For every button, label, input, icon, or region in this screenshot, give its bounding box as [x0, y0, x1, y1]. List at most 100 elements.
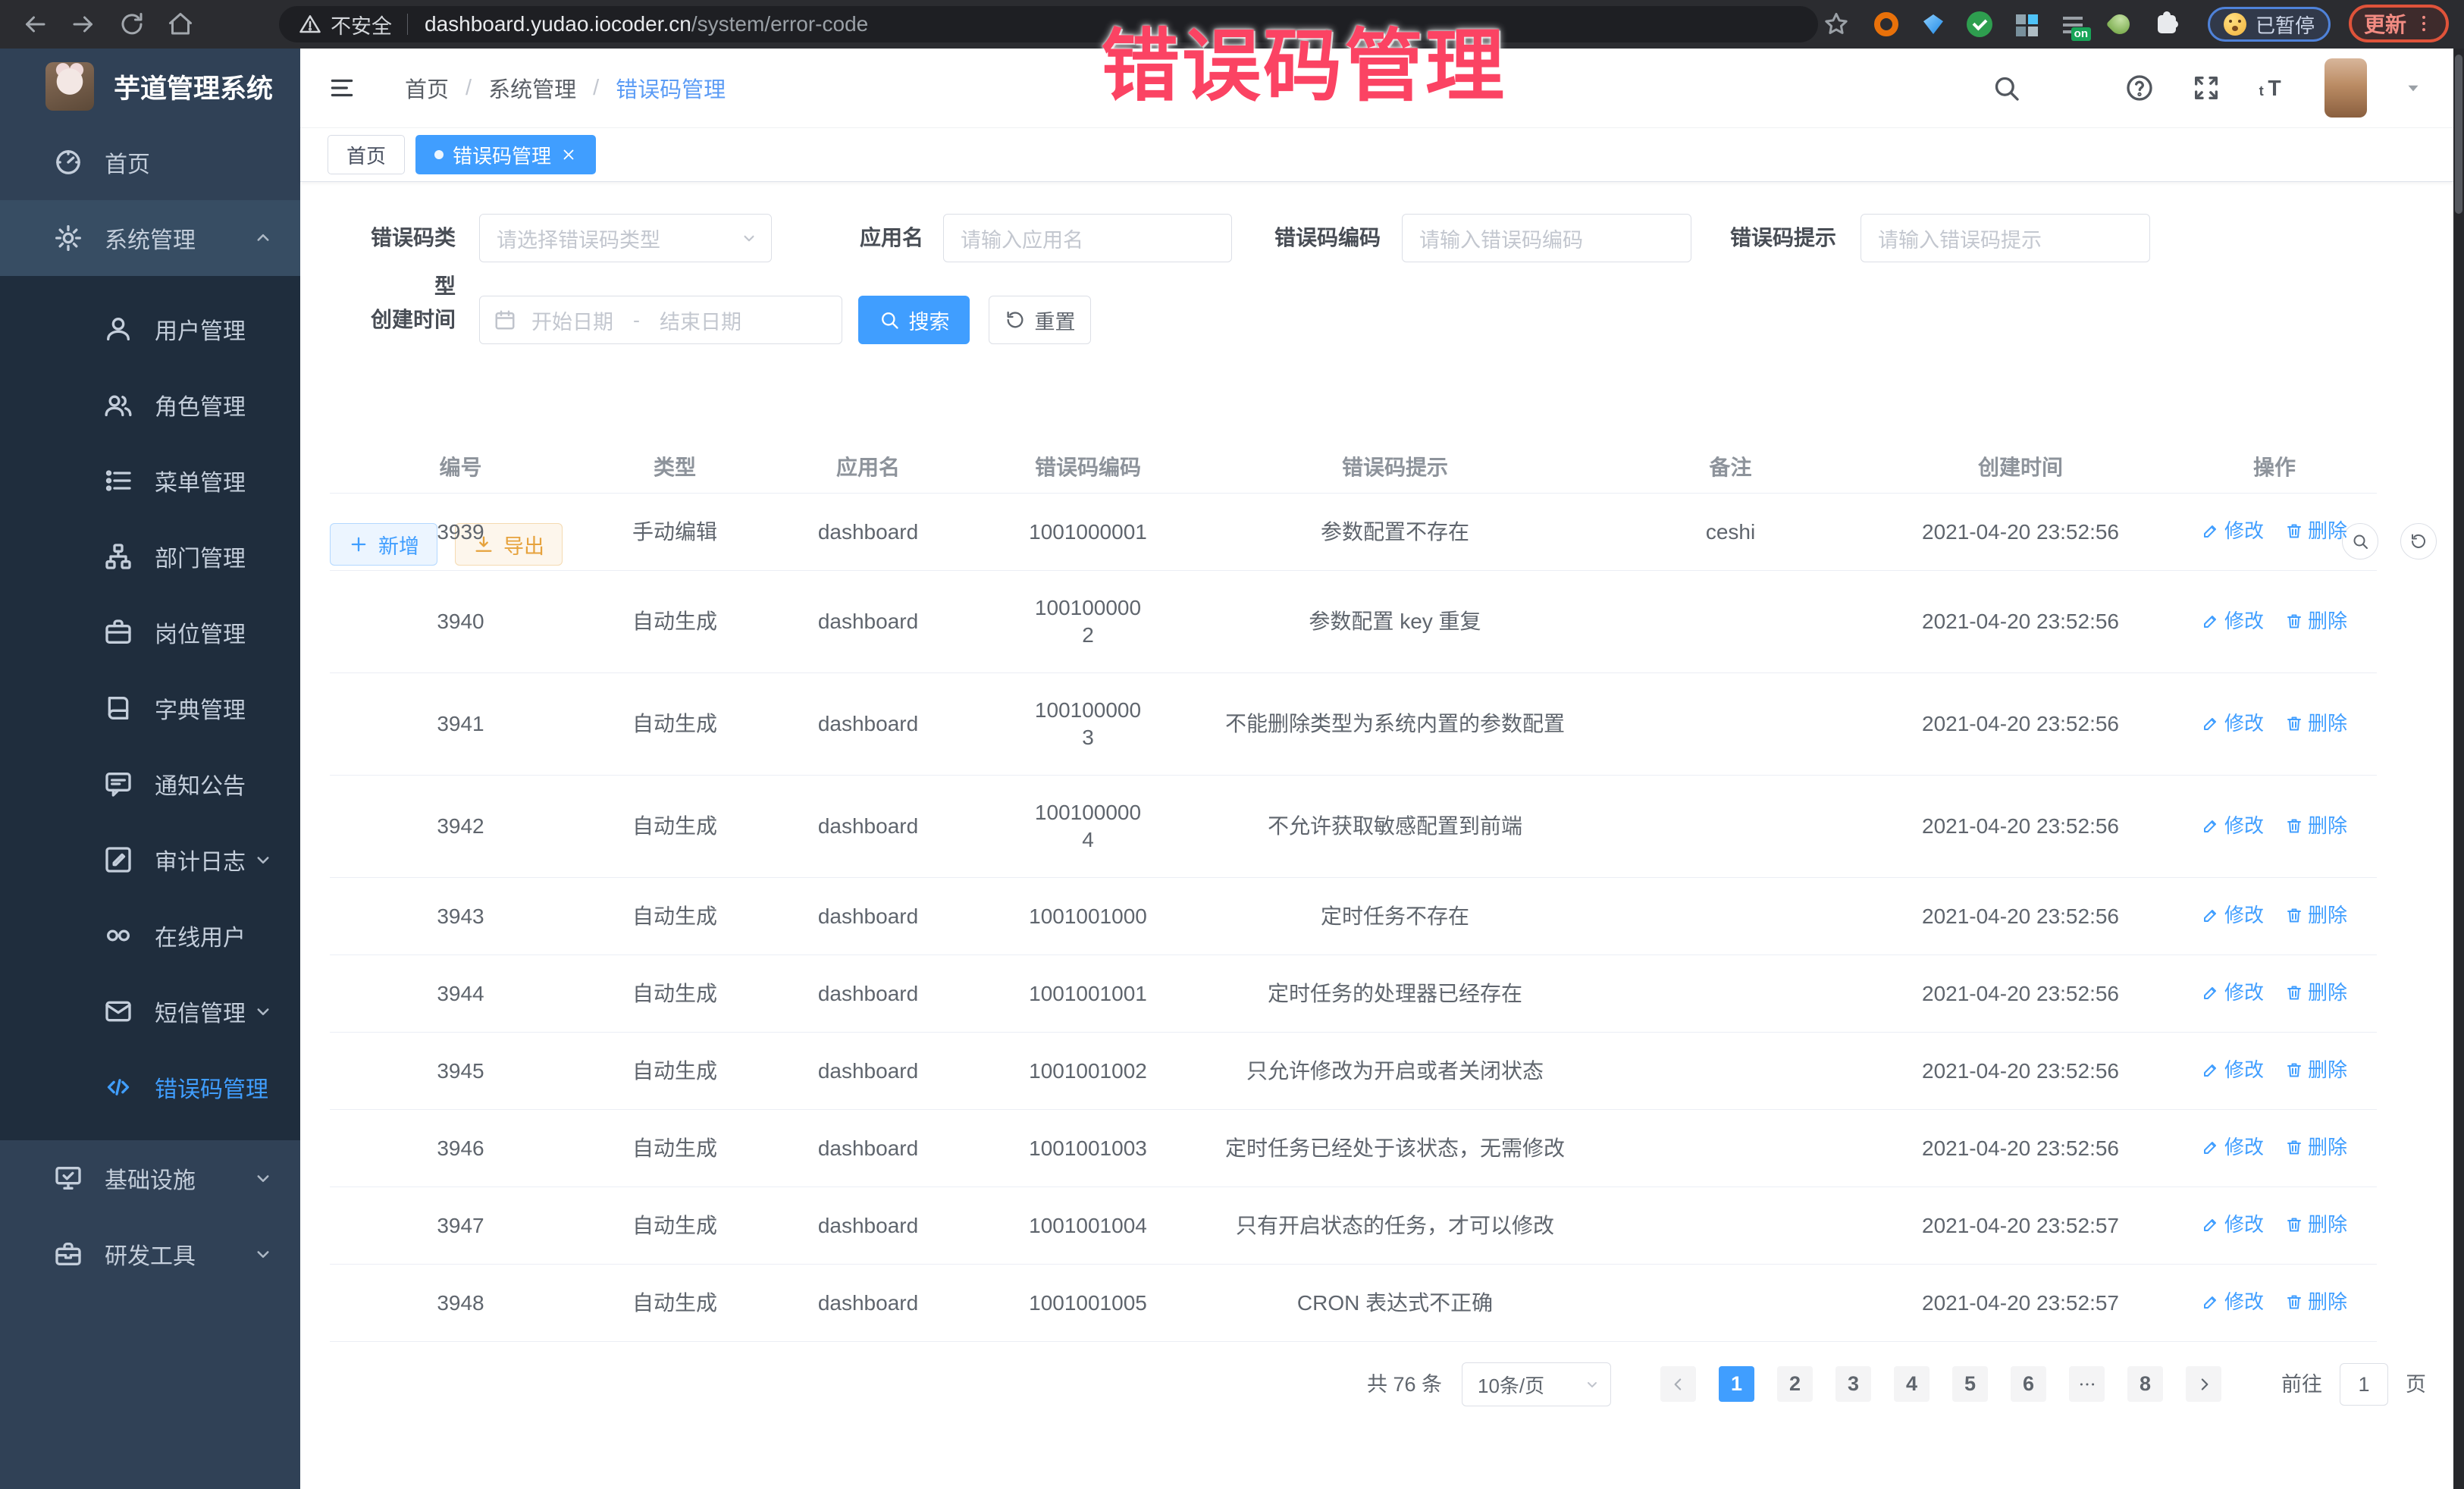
- extension-orange-icon[interactable]: [1873, 11, 1900, 38]
- user-avatar[interactable]: [2324, 58, 2367, 118]
- user-menu-caret-icon[interactable]: [2403, 78, 2423, 98]
- sidebar-item-在线用户[interactable]: 在线用户: [0, 898, 300, 973]
- delete-link[interactable]: 删除: [2285, 517, 2347, 544]
- sidebar-item-错误码管理[interactable]: 错误码管理: [0, 1049, 300, 1125]
- extension-check-icon[interactable]: [1967, 11, 1992, 37]
- fullscreen-icon[interactable]: [2191, 73, 2221, 103]
- address-bar[interactable]: 不安全 dashboard.yudao.iocoder.cn /system/e…: [279, 6, 1818, 42]
- edit-link[interactable]: 修改: [2202, 607, 2264, 635]
- page-button-1[interactable]: 1: [1719, 1366, 1754, 1402]
- next-page-button[interactable]: [2186, 1366, 2221, 1402]
- sidebar-item-审计日志[interactable]: 审计日志: [0, 822, 300, 898]
- filter-app-input[interactable]: 请输入应用名: [943, 214, 1232, 262]
- help-icon[interactable]: [2124, 73, 2155, 103]
- browser-reload-icon[interactable]: [118, 11, 146, 38]
- sidebar-item-基础设施[interactable]: 基础设施: [0, 1140, 300, 1216]
- trash-icon: [2285, 714, 2303, 732]
- scrollbar-thumb[interactable]: [2455, 55, 2462, 214]
- browser-forward-icon[interactable]: [70, 11, 97, 38]
- cell-app: dashboard: [758, 1110, 978, 1187]
- profile-paused-chip[interactable]: 已暂停: [2208, 7, 2331, 42]
- not-secure-warning-icon[interactable]: [299, 13, 321, 36]
- sidebar-item-角色管理[interactable]: 角色管理: [0, 367, 300, 443]
- font-size-icon[interactable]: tT: [2258, 73, 2288, 103]
- sidebar-item-用户管理[interactable]: 用户管理: [0, 291, 300, 367]
- tab-close-icon[interactable]: [560, 146, 577, 163]
- page-size-select[interactable]: 10条/页: [1462, 1362, 1611, 1406]
- delete-link[interactable]: 删除: [2285, 1056, 2347, 1083]
- github-icon[interactable]: [2058, 73, 2088, 103]
- cell-msg: 参数配置 key 重复: [1198, 571, 1592, 673]
- refresh-table-button[interactable]: [2400, 523, 2437, 560]
- bookmark-star-icon[interactable]: [1823, 11, 1850, 38]
- page-ellipsis-button[interactable]: [2069, 1366, 2105, 1402]
- window-scrollbar[interactable]: [2453, 49, 2464, 1489]
- prev-page-button[interactable]: [1660, 1366, 1696, 1402]
- delete-link[interactable]: 删除: [2285, 1288, 2347, 1315]
- edit-link[interactable]: 修改: [2202, 812, 2264, 839]
- page-button-6[interactable]: 6: [2011, 1366, 2046, 1402]
- delete-link[interactable]: 删除: [2285, 607, 2347, 635]
- filter-msg-input[interactable]: 请输入错误码提示: [1861, 214, 2150, 262]
- sidebar-item-部门管理[interactable]: 部门管理: [0, 519, 300, 594]
- table-header-row: 编号类型应用名错误码编码错误码提示备注创建时间操作: [330, 440, 2377, 494]
- extension-drop-icon[interactable]: [2106, 11, 2133, 38]
- sidebar-item-通知公告[interactable]: 通知公告: [0, 746, 300, 822]
- jump-page-input[interactable]: 1: [2340, 1363, 2388, 1406]
- filter-type-select[interactable]: 请选择错误码类型: [479, 214, 772, 262]
- sidebar-item-菜单管理[interactable]: 菜单管理: [0, 443, 300, 519]
- extension-grid-icon[interactable]: [2012, 11, 2039, 38]
- breadcrumb-item-系统管理[interactable]: 系统管理: [488, 72, 576, 104]
- cell-app: dashboard: [758, 955, 978, 1033]
- page-button-5[interactable]: 5: [1952, 1366, 1988, 1402]
- edit-link[interactable]: 修改: [2202, 1288, 2264, 1315]
- page-button-8[interactable]: 8: [2127, 1366, 2163, 1402]
- reset-button[interactable]: 重置: [989, 296, 1091, 344]
- delete-link[interactable]: 删除: [2285, 901, 2347, 929]
- page-button-3[interactable]: 3: [1835, 1366, 1871, 1402]
- tab-首页[interactable]: 首页: [328, 135, 405, 174]
- browser-update-button[interactable]: 更新: [2349, 5, 2449, 42]
- filter-date-range[interactable]: 开始日期 - 结束日期: [479, 296, 842, 344]
- page-button-2[interactable]: 2: [1777, 1366, 1813, 1402]
- sidebar-item-短信管理[interactable]: 短信管理: [0, 973, 300, 1049]
- tab-错误码管理[interactable]: 错误码管理: [415, 135, 596, 174]
- extension-list-icon[interactable]: on: [2059, 11, 2086, 38]
- sidebar-item-岗位管理[interactable]: 岗位管理: [0, 594, 300, 670]
- edit-link[interactable]: 修改: [2202, 1133, 2264, 1161]
- sidebar-toggle-hamburger-icon[interactable]: [328, 74, 356, 102]
- sidebar-item-研发工具[interactable]: 研发工具: [0, 1216, 300, 1292]
- page-button-4[interactable]: 4: [1894, 1366, 1930, 1402]
- search-button[interactable]: 搜索: [858, 296, 970, 344]
- edit-link[interactable]: 修改: [2202, 710, 2264, 737]
- edit-link[interactable]: 修改: [2202, 901, 2264, 929]
- cell-id: 3945: [330, 1033, 591, 1110]
- delete-link[interactable]: 删除: [2285, 979, 2347, 1006]
- browser-menu-icon[interactable]: [2414, 14, 2434, 33]
- sidebar-item-系统管理[interactable]: 系统管理: [0, 200, 300, 276]
- filter-code-input[interactable]: 请输入错误码编码: [1402, 214, 1691, 262]
- breadcrumb-item-首页[interactable]: 首页: [405, 72, 449, 104]
- edit-link[interactable]: 修改: [2202, 517, 2264, 544]
- cell-code: 1001001001: [978, 955, 1198, 1033]
- sidebar: 芋道管理系统 首页 系统管理 用户管理 角色管理 菜单管理 部门管理 岗位管理 …: [0, 49, 300, 1489]
- delete-link[interactable]: 删除: [2285, 1133, 2347, 1161]
- delete-link[interactable]: 删除: [2285, 1211, 2347, 1238]
- extension-icons: on: [1873, 0, 2180, 49]
- cell-msg: 参数配置不存在: [1198, 494, 1592, 571]
- sidebar-item-字典管理[interactable]: 字典管理: [0, 670, 300, 746]
- edit-link[interactable]: 修改: [2202, 1056, 2264, 1083]
- extension-gem-icon[interactable]: [1920, 11, 1947, 38]
- header-search-icon[interactable]: [1991, 73, 2021, 103]
- extensions-puzzle-icon[interactable]: [2153, 11, 2180, 38]
- sidebar-item-label: 在线用户: [155, 919, 246, 952]
- edit-link[interactable]: 修改: [2202, 1211, 2264, 1238]
- edit-link[interactable]: 修改: [2202, 979, 2264, 1006]
- browser-home-icon[interactable]: [167, 11, 194, 38]
- delete-link[interactable]: 删除: [2285, 812, 2347, 839]
- cell-app: dashboard: [758, 494, 978, 571]
- browser-back-icon[interactable]: [21, 11, 49, 38]
- sidebar-item-首页[interactable]: 首页: [0, 124, 300, 200]
- cell-actions: 修改删除: [2172, 673, 2377, 776]
- delete-link[interactable]: 删除: [2285, 710, 2347, 737]
